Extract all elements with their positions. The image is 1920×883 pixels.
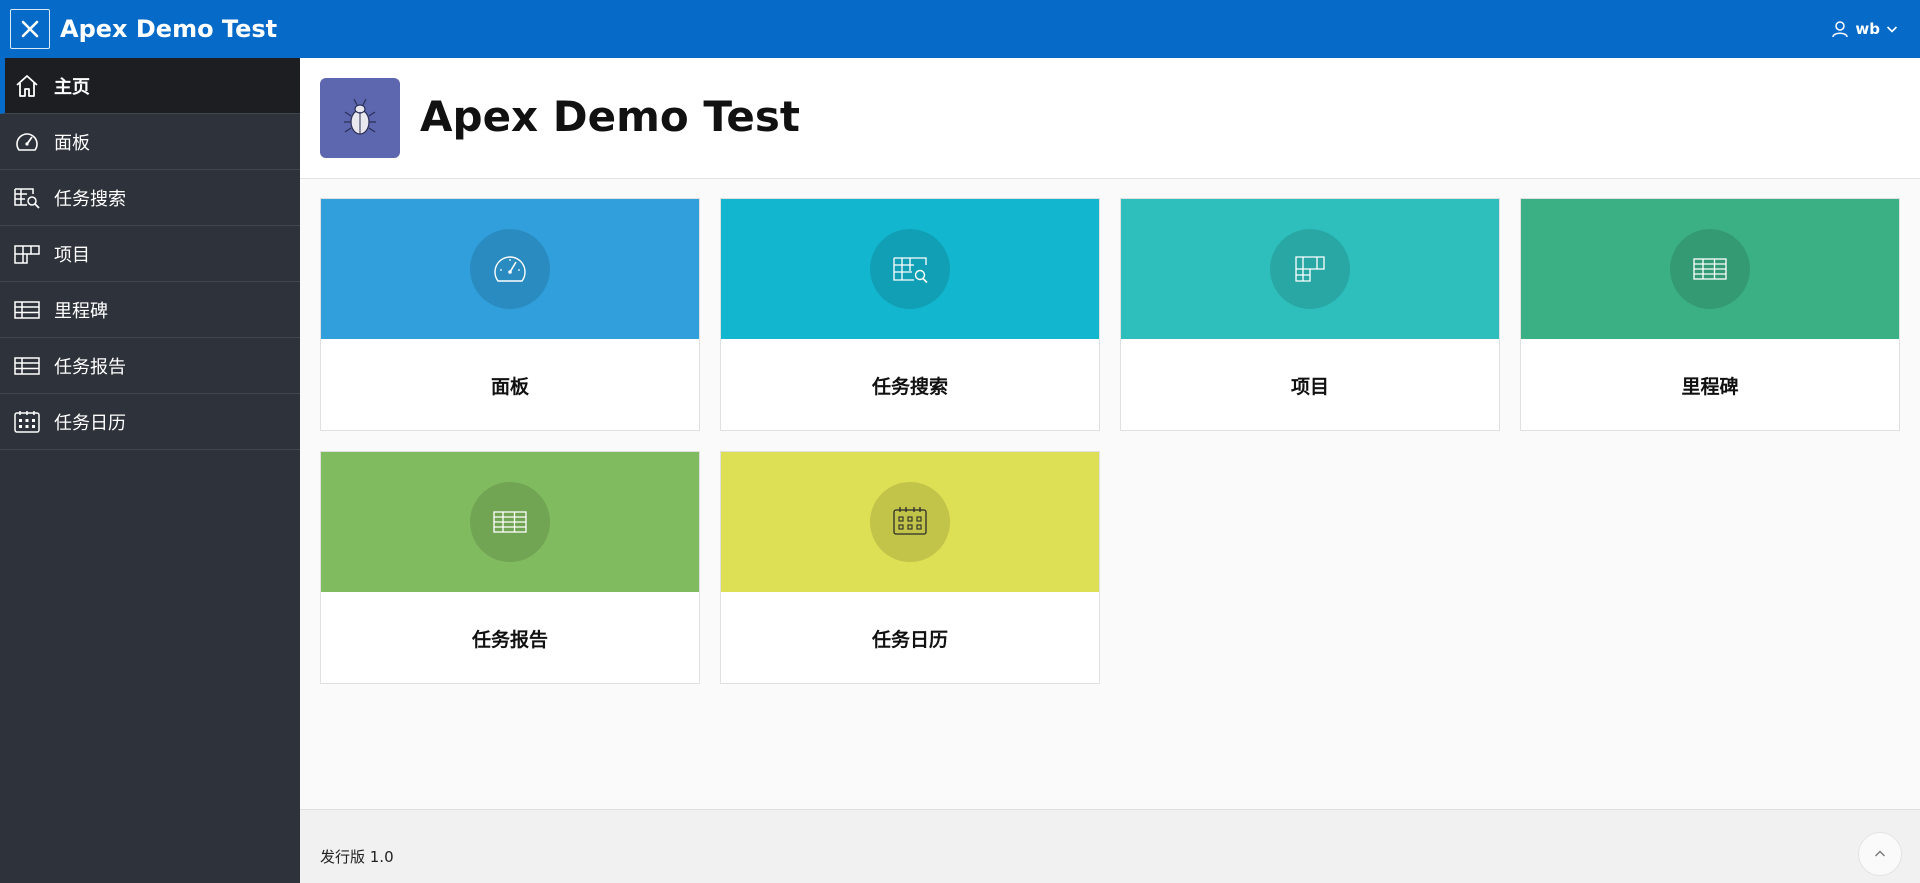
card-dashboard[interactable]: 面板 (320, 198, 700, 431)
grid-icon (1270, 229, 1350, 309)
sidebar-item-label: 主页 (54, 76, 90, 98)
sidebar-item-task-search[interactable]: 任务搜索 (0, 170, 300, 226)
card-banner (1521, 199, 1899, 339)
card-label: 任务日历 (871, 628, 948, 651)
hero-region: Apex Demo Test (300, 58, 1920, 179)
user-menu-button[interactable]: wb (1831, 0, 1898, 58)
app-title[interactable]: Apex Demo Test (60, 15, 277, 43)
sidebar-item-dashboard[interactable]: 面板 (0, 114, 300, 170)
card-label: 面板 (490, 375, 529, 398)
table-icon (470, 482, 550, 562)
sidebar-item-label: 任务搜索 (54, 188, 126, 210)
card-projects[interactable]: 项目 (1120, 198, 1500, 431)
grid-icon (14, 243, 40, 265)
sidebar-item-projects[interactable]: 项目 (0, 226, 300, 282)
sidebar-nav: 主页 面板 任务搜索 项目 里程碑 任务报告 任务日历 (0, 58, 300, 883)
table-icon (14, 355, 40, 377)
sidebar-item-label: 里程碑 (54, 300, 108, 322)
card-label: 任务搜索 (871, 375, 948, 398)
sidebar-item-task-calendar[interactable]: 任务日历 (0, 394, 300, 450)
gauge-icon (14, 131, 40, 153)
table-search-icon (14, 187, 40, 209)
sidebar-item-label: 任务报告 (54, 356, 126, 378)
page-title: Apex Demo Test (420, 92, 800, 141)
menu-toggle-button[interactable] (10, 9, 50, 49)
sidebar-item-label: 项目 (54, 244, 90, 266)
scroll-to-top-button[interactable] (1858, 832, 1902, 876)
card-label: 项目 (1290, 375, 1329, 398)
sidebar-item-home[interactable]: 主页 (0, 58, 300, 114)
close-icon (21, 20, 39, 38)
card-label: 任务报告 (471, 628, 548, 651)
table-search-icon (870, 229, 950, 309)
card-task-report[interactable]: 任务报告 (320, 451, 700, 684)
top-header: Apex Demo Test wb (0, 0, 1920, 58)
card-banner (1121, 199, 1499, 339)
chevron-up-icon (1875, 850, 1885, 857)
card-milestones[interactable]: 里程碑 (1520, 198, 1900, 431)
card-banner (721, 452, 1099, 592)
calendar-icon (14, 411, 40, 433)
card-banner (321, 452, 699, 592)
card-task-search[interactable]: 任务搜索 (720, 198, 1100, 431)
sidebar-item-label: 面板 (54, 132, 90, 154)
card-task-calendar[interactable]: 任务日历 (720, 451, 1100, 684)
table-icon (14, 299, 40, 321)
card-banner (721, 199, 1099, 339)
page-footer: 发行版 1.0 (300, 809, 1920, 883)
main-content: Apex Demo Test 面板 任务搜索 项目 里程碑 任务报告 任务日历 … (300, 58, 1920, 883)
sidebar-item-task-report[interactable]: 任务报告 (0, 338, 300, 394)
chevron-down-icon (1886, 26, 1898, 33)
user-name: wb (1855, 20, 1880, 38)
table-icon (1670, 229, 1750, 309)
card-label: 里程碑 (1681, 375, 1739, 398)
home-icon (14, 75, 40, 97)
card-banner (321, 199, 699, 339)
sidebar-item-milestones[interactable]: 里程碑 (0, 282, 300, 338)
user-icon (1832, 21, 1849, 38)
sidebar-item-label: 任务日历 (54, 412, 126, 434)
gauge-icon (470, 229, 550, 309)
release-version: 发行版 1.0 (320, 848, 394, 866)
calendar-icon (870, 482, 950, 562)
bug-icon (320, 78, 400, 158)
